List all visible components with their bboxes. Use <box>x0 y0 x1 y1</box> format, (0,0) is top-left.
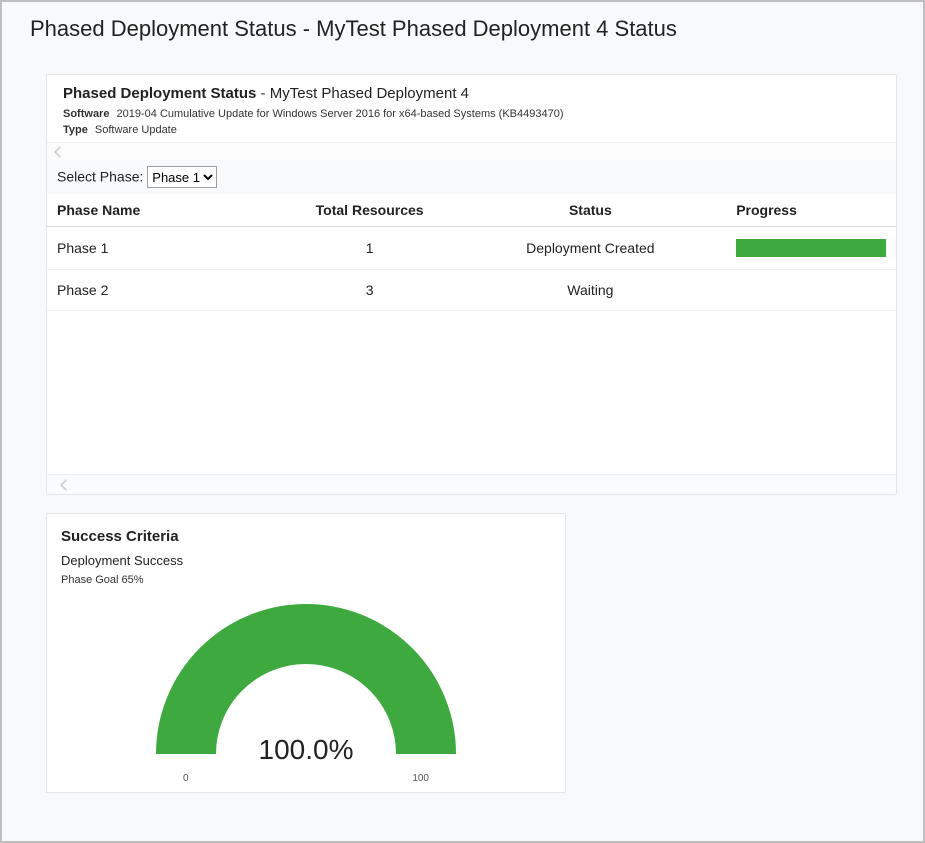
panel-header: Phased Deployment Status - MyTest Phased… <box>47 75 896 142</box>
page-title: Phased Deployment Status - MyTest Phased… <box>2 2 923 52</box>
cell-progress <box>726 270 896 311</box>
panel-title-bold: Phased Deployment Status <box>63 85 256 102</box>
deployment-info-panel: Phased Deployment Status - MyTest Phased… <box>46 74 897 495</box>
cell-phase-name: Phase 2 <box>47 270 285 311</box>
type-label: Type <box>63 124 88 136</box>
phase-table-wrap: Phase Name Total Resources Status Progre… <box>47 194 896 474</box>
phase-table: Phase Name Total Resources Status Progre… <box>47 194 896 311</box>
table-row[interactable]: Phase 23Waiting <box>47 270 896 311</box>
cell-status: Deployment Created <box>455 227 727 270</box>
col-progress[interactable]: Progress <box>726 194 896 227</box>
table-row[interactable]: Phase 11Deployment Created <box>47 227 896 270</box>
criteria-goal: Phase Goal 65% <box>61 574 551 586</box>
criteria-subtitle: Deployment Success <box>61 553 551 568</box>
gauge-min-label: 0 <box>183 773 189 784</box>
progress-bar <box>736 239 886 257</box>
cell-total-resources: 3 <box>285 270 455 311</box>
software-line: Software 2019-04 Cumulative Update for W… <box>63 108 880 120</box>
col-total-resources[interactable]: Total Resources <box>285 194 455 227</box>
select-phase-label: Select Phase: <box>57 169 143 185</box>
software-value: 2019-04 Cumulative Update for Windows Se… <box>117 108 564 120</box>
main-content: Phased Deployment Status - MyTest Phased… <box>2 52 923 793</box>
panel-title-rest: MyTest Phased Deployment 4 <box>270 85 469 102</box>
phase-select[interactable]: Phase 1Phase 2 <box>147 166 217 188</box>
cell-progress <box>726 227 896 270</box>
table-scroll-row[interactable] <box>47 474 896 494</box>
cell-total-resources: 1 <box>285 227 455 270</box>
col-status[interactable]: Status <box>455 194 727 227</box>
chevron-left-icon <box>51 145 65 159</box>
panel-title: Phased Deployment Status - MyTest Phased… <box>63 85 880 102</box>
cell-status: Waiting <box>455 270 727 311</box>
type-value: Software Update <box>95 124 177 136</box>
gauge-chart: 100.0% 0 100 <box>141 594 471 784</box>
col-phase-name[interactable]: Phase Name <box>47 194 285 227</box>
phase-selector-row: Select Phase: Phase 1Phase 2 <box>47 160 896 194</box>
criteria-title: Success Criteria <box>61 528 551 545</box>
gauge-value: 100.0% <box>141 734 471 766</box>
type-line: Type Software Update <box>63 124 880 136</box>
cell-phase-name: Phase 1 <box>47 227 285 270</box>
panel-title-sep: - <box>256 85 269 102</box>
success-criteria-panel: Success Criteria Deployment Success Phas… <box>46 513 566 793</box>
software-label: Software <box>63 108 109 120</box>
panel-collapse-row[interactable] <box>47 142 896 160</box>
chevron-left-icon <box>57 478 71 492</box>
table-header-row: Phase Name Total Resources Status Progre… <box>47 194 896 227</box>
gauge-max-label: 100 <box>412 773 429 784</box>
